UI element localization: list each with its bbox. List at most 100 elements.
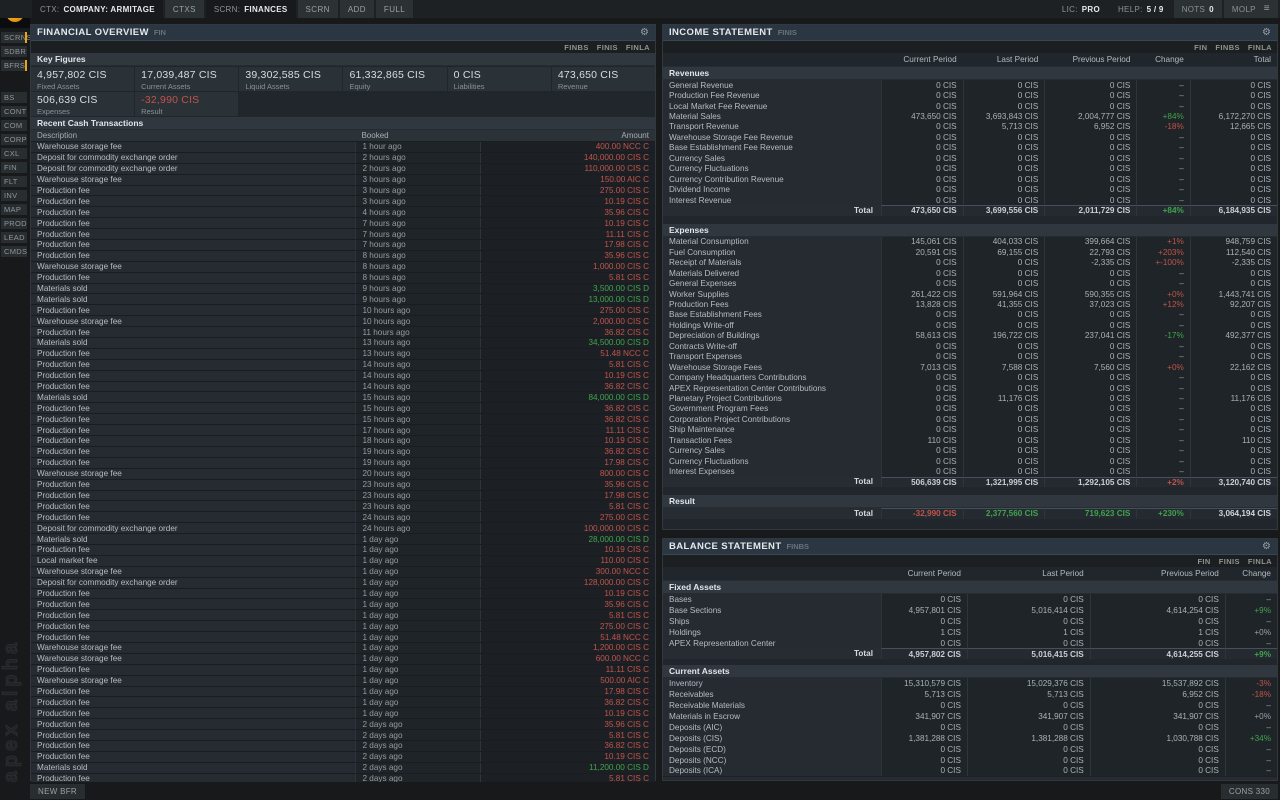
- total-value: 0 CIS: [1190, 101, 1277, 111]
- new-buffer-button[interactable]: NEW BFR: [30, 784, 85, 799]
- add-button[interactable]: ADD: [340, 0, 374, 18]
- gear-icon[interactable]: ⚙: [1262, 542, 1271, 552]
- command-link[interactable]: FINLA: [1248, 557, 1272, 566]
- column-header-booked[interactable]: Booked: [355, 130, 480, 141]
- command-link[interactable]: FINIS: [1219, 557, 1240, 566]
- row-label: Holdings Write-off: [663, 320, 881, 330]
- change-value: –: [1136, 466, 1189, 476]
- console-button[interactable]: CONS 330: [1221, 784, 1278, 799]
- last-period-value: 0 CIS: [963, 372, 1045, 382]
- expense-row: Company Headquarters Contributions 0 CIS…: [663, 372, 1277, 382]
- total-value: 6,172,270 CIS: [1190, 111, 1277, 121]
- sidebar-item[interactable]: PROD: [1, 218, 27, 229]
- command-link[interactable]: FINLA: [626, 43, 650, 52]
- previous-period-value: 0 CIS: [1090, 722, 1225, 733]
- transaction-row: Production fee 23 hours ago 35.96 CIS C: [31, 480, 655, 491]
- income-column-headers: Current Period Last Period Previous Peri…: [663, 53, 1277, 67]
- sidebar-item[interactable]: SDBR: [1, 46, 27, 57]
- expense-row: Transaction Fees 110 CIS 0 CIS 0 CIS – 1…: [663, 435, 1277, 445]
- row-label: Currency Fluctuations: [663, 164, 881, 174]
- command-link-label: FINLA: [626, 43, 650, 52]
- gear-icon[interactable]: ⚙: [640, 28, 649, 38]
- column-header-last-period: Last Period: [963, 53, 1045, 66]
- current-assets-title: Current Assets: [669, 666, 730, 676]
- transaction-booked: 1 day ago: [355, 556, 480, 566]
- last-period-value: 0 CIS: [963, 258, 1045, 268]
- change-value: +9%: [1225, 605, 1277, 616]
- help-field[interactable]: HELP: 5 / 9: [1110, 0, 1172, 18]
- command-link[interactable]: FINBS: [564, 43, 589, 52]
- sidebar-item[interactable]: CXL: [1, 148, 27, 159]
- sidebar-item[interactable]: COM: [1, 120, 27, 131]
- full-button[interactable]: FULL: [376, 0, 413, 18]
- notifications-button[interactable]: NOTS 0: [1174, 0, 1222, 18]
- sidebar-item[interactable]: LEAD: [1, 232, 27, 243]
- total-value: 0 CIS: [1190, 143, 1277, 153]
- transaction-description: Production fee: [31, 491, 355, 501]
- sidebar-item[interactable]: CORP: [1, 134, 27, 145]
- gear-icon[interactable]: ⚙: [1262, 28, 1271, 38]
- column-header-amount[interactable]: Amount: [480, 130, 655, 141]
- current-period-value: 0 CIS: [881, 466, 963, 476]
- sidebar-item[interactable]: FLT: [1, 176, 27, 187]
- current-period-value: 0 CIS: [881, 195, 963, 205]
- previous-period-value: 399,664 CIS: [1044, 237, 1136, 247]
- total-value: 0 CIS: [1190, 414, 1277, 424]
- transaction-booked: 8 hours ago: [355, 273, 480, 283]
- last-period-value: 404,033 CIS: [963, 237, 1045, 247]
- change-value: –: [1136, 278, 1189, 288]
- command-link[interactable]: FINBS: [1215, 43, 1240, 52]
- row-label: Holdings: [663, 627, 881, 638]
- transaction-booked: 18 hours ago: [355, 436, 480, 446]
- transaction-booked: 8 hours ago: [355, 262, 480, 272]
- transaction-description: Production fee: [31, 403, 355, 413]
- transaction-row: Deposit for commodity exchange order 2 h…: [31, 164, 655, 175]
- financial-overview-header[interactable]: FINANCIAL OVERVIEW FIN ⚙: [31, 25, 655, 41]
- sidebar-item[interactable]: SCRNS: [1, 32, 27, 43]
- transaction-amount: 36.82 CIS C: [480, 327, 655, 337]
- command-link[interactable]: FINLA: [1248, 43, 1272, 52]
- command-link[interactable]: FIN: [1197, 557, 1210, 566]
- context-field[interactable]: CTX: COMPANY: ARMITAGE: [32, 0, 163, 18]
- revenue-row: Dividend Income 0 CIS 0 CIS 0 CIS – 0 CI…: [663, 184, 1277, 194]
- molp-button[interactable]: MOLP ≡: [1224, 0, 1278, 18]
- ctxs-button[interactable]: CTXS: [165, 0, 204, 18]
- sidebar-item[interactable]: INV: [1, 190, 27, 201]
- change-value: -17%: [1136, 331, 1189, 341]
- transaction-booked: 24 hours ago: [355, 512, 480, 522]
- sidebar-item[interactable]: MAP: [1, 204, 27, 215]
- key-figure-value: 4,957,802 CIS: [37, 69, 128, 81]
- key-figure-value: 506,639 CIS: [37, 94, 128, 106]
- sidebar-item[interactable]: BS: [1, 92, 27, 103]
- previous-period-value: 0 CIS: [1090, 594, 1225, 605]
- change-value: –: [1136, 90, 1189, 100]
- command-link[interactable]: FINIS: [597, 43, 618, 52]
- column-header-description[interactable]: Description: [31, 130, 355, 141]
- transaction-booked: 9 hours ago: [355, 284, 480, 294]
- sidebar-item[interactable]: CONT: [1, 106, 27, 117]
- current-period-value: 0 CIS: [881, 90, 963, 100]
- balance-statement-header[interactable]: BALANCE STATEMENT FINBS ⚙: [663, 539, 1277, 555]
- screen-field[interactable]: SCRN: FINANCES: [206, 0, 296, 18]
- income-statement-header[interactable]: INCOME STATEMENT FINIS ⚙: [663, 25, 1277, 41]
- sidebar: SCRNS SDBR BFRS BS CONT COM: [0, 32, 28, 260]
- command-link[interactable]: FIN: [1194, 43, 1207, 52]
- transaction-amount: 5.81 CIS C: [480, 610, 655, 620]
- scrn-button[interactable]: SCRN: [298, 0, 338, 18]
- sidebar-item[interactable]: FIN: [1, 162, 27, 173]
- last-period-value: 0 CIS: [963, 132, 1045, 142]
- transaction-booked: 1 day ago: [355, 708, 480, 718]
- sidebar-item[interactable]: BFRS: [1, 60, 27, 71]
- transaction-row: Production fee 13 hours ago 51.48 NCC C: [31, 349, 655, 360]
- previous-period-value: 0 CIS: [1044, 466, 1136, 476]
- transaction-amount: 500.00 AIC C: [480, 676, 655, 686]
- last-period-value: 7,588 CIS: [963, 362, 1045, 372]
- transaction-booked: 24 hours ago: [355, 523, 480, 533]
- change-value: –: [1136, 425, 1189, 435]
- transaction-row: Production fee 1 day ago 10.19 CIS C: [31, 589, 655, 600]
- sidebar-item[interactable]: CMDS: [1, 246, 27, 257]
- transaction-booked: 13 hours ago: [355, 338, 480, 348]
- revenues-rows: General Revenue 0 CIS 0 CIS 0 CIS – 0 CI…: [663, 80, 1277, 205]
- row-label: Material Sales: [663, 111, 881, 121]
- expense-row: Transport Expenses 0 CIS 0 CIS 0 CIS – 0…: [663, 352, 1277, 362]
